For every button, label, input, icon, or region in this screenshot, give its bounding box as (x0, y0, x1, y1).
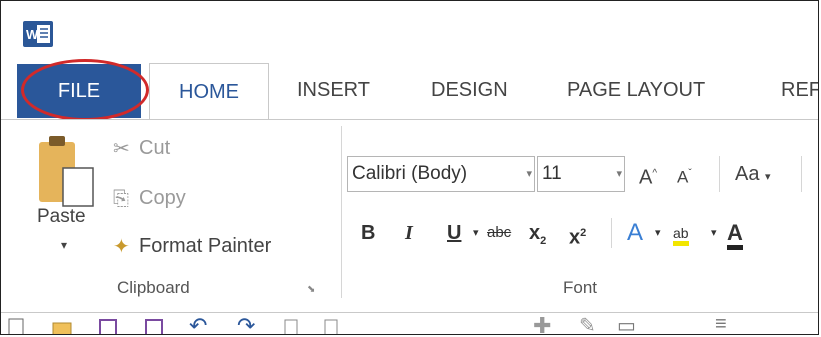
quick-access-toolbar: ↶ ↷ ✚ ✎ ▭ ≡ (1, 313, 818, 335)
format-painter-button[interactable]: ✦ Format Painter (113, 232, 271, 260)
chevron-down-icon[interactable]: ▾ (526, 157, 532, 191)
scissors-icon: ✂ (113, 137, 130, 160)
text-effects-dropdown-icon[interactable]: ▾ (655, 216, 661, 250)
change-case-button[interactable]: Aa ▾ (735, 156, 771, 192)
font-size-value: 11 (542, 163, 562, 184)
save-as-icon[interactable] (143, 317, 165, 335)
cut-button[interactable]: ✂ Cut (113, 134, 170, 162)
font-name-value: Calibri (Body) (352, 163, 468, 184)
underline-button[interactable]: U (447, 216, 461, 250)
ribbon-tab-row: FILE HOME INSERT DESIGN PAGE LAYOUT REFE (1, 59, 818, 121)
word-window: W FILE HOME INSERT DESIGN PAGE LAYOUT RE… (0, 0, 819, 335)
group-separator (341, 126, 342, 298)
cut-label: Cut (139, 137, 171, 159)
font-color-button[interactable]: A (727, 216, 743, 250)
word-app-icon[interactable]: W (23, 21, 53, 47)
borders-icon[interactable]: ▭ (617, 313, 636, 334)
italic-button[interactable]: I (405, 216, 413, 250)
svg-text:W: W (26, 27, 39, 42)
paste-button[interactable]: Paste (37, 206, 86, 228)
grow-font-button[interactable]: A^ (639, 156, 657, 192)
tab-home[interactable]: HOME (149, 63, 269, 121)
highlight-dropdown-icon[interactable]: ▾ (711, 216, 717, 250)
copy-icon: ⎘ (113, 187, 129, 210)
tab-page-layout[interactable]: PAGE LAYOUT (561, 73, 711, 107)
divider (611, 218, 612, 248)
attach-icon[interactable] (281, 317, 303, 335)
strikethrough-button[interactable]: abc (487, 216, 511, 250)
bold-button[interactable]: B (361, 216, 375, 250)
open-folder-icon[interactable] (51, 317, 73, 335)
paste-dropdown-icon[interactable]: ▾ (61, 238, 67, 252)
font-name-combobox[interactable]: Calibri (Body) ▾ (347, 156, 535, 192)
text-effects-button[interactable]: A (627, 216, 643, 250)
subscript-button[interactable]: x2 (529, 216, 546, 250)
highlight-button[interactable]: ab (673, 216, 689, 250)
tab-design[interactable]: DESIGN (425, 73, 514, 107)
tab-references[interactable]: REFE (775, 73, 818, 107)
paintbrush-icon: ✦ (113, 235, 130, 258)
new-document-icon[interactable] (5, 317, 27, 335)
superscript-button[interactable]: x2 (569, 216, 586, 250)
ribbon-home-panel: Paste ▾ ✂ Cut ⎘ Copy ✦ Format Painter Clipb… (1, 119, 818, 313)
copy-button[interactable]: ⎘ Copy (113, 184, 186, 212)
tab-insert[interactable]: INSERT (291, 73, 376, 107)
shrink-font-button[interactable]: Aˇ (677, 156, 692, 192)
clipboard-launcher-icon[interactable]: ⬊ (307, 284, 315, 295)
file-highlight-circle (21, 59, 149, 121)
copy-label: Copy (139, 187, 186, 209)
divider (801, 156, 802, 192)
print-preview-icon[interactable] (321, 317, 343, 335)
font-size-combobox[interactable]: 11 ▾ (537, 156, 625, 192)
draw-icon[interactable]: ✎ (579, 313, 596, 334)
clipboard-group-label: Clipboard (117, 278, 190, 297)
font-group-label: Font (563, 278, 598, 297)
insert-table-icon[interactable]: ✚ (533, 313, 551, 334)
divider (719, 156, 720, 192)
redo-icon[interactable]: ↷ (237, 313, 255, 334)
chevron-down-icon[interactable]: ▾ (616, 157, 622, 191)
underline-dropdown-icon[interactable]: ▾ (473, 216, 479, 250)
paragraph-icon[interactable]: ≡ (715, 313, 727, 334)
format-painter-label: Format Painter (139, 235, 272, 257)
undo-icon[interactable]: ↶ (189, 313, 207, 334)
save-icon[interactable] (97, 317, 119, 335)
